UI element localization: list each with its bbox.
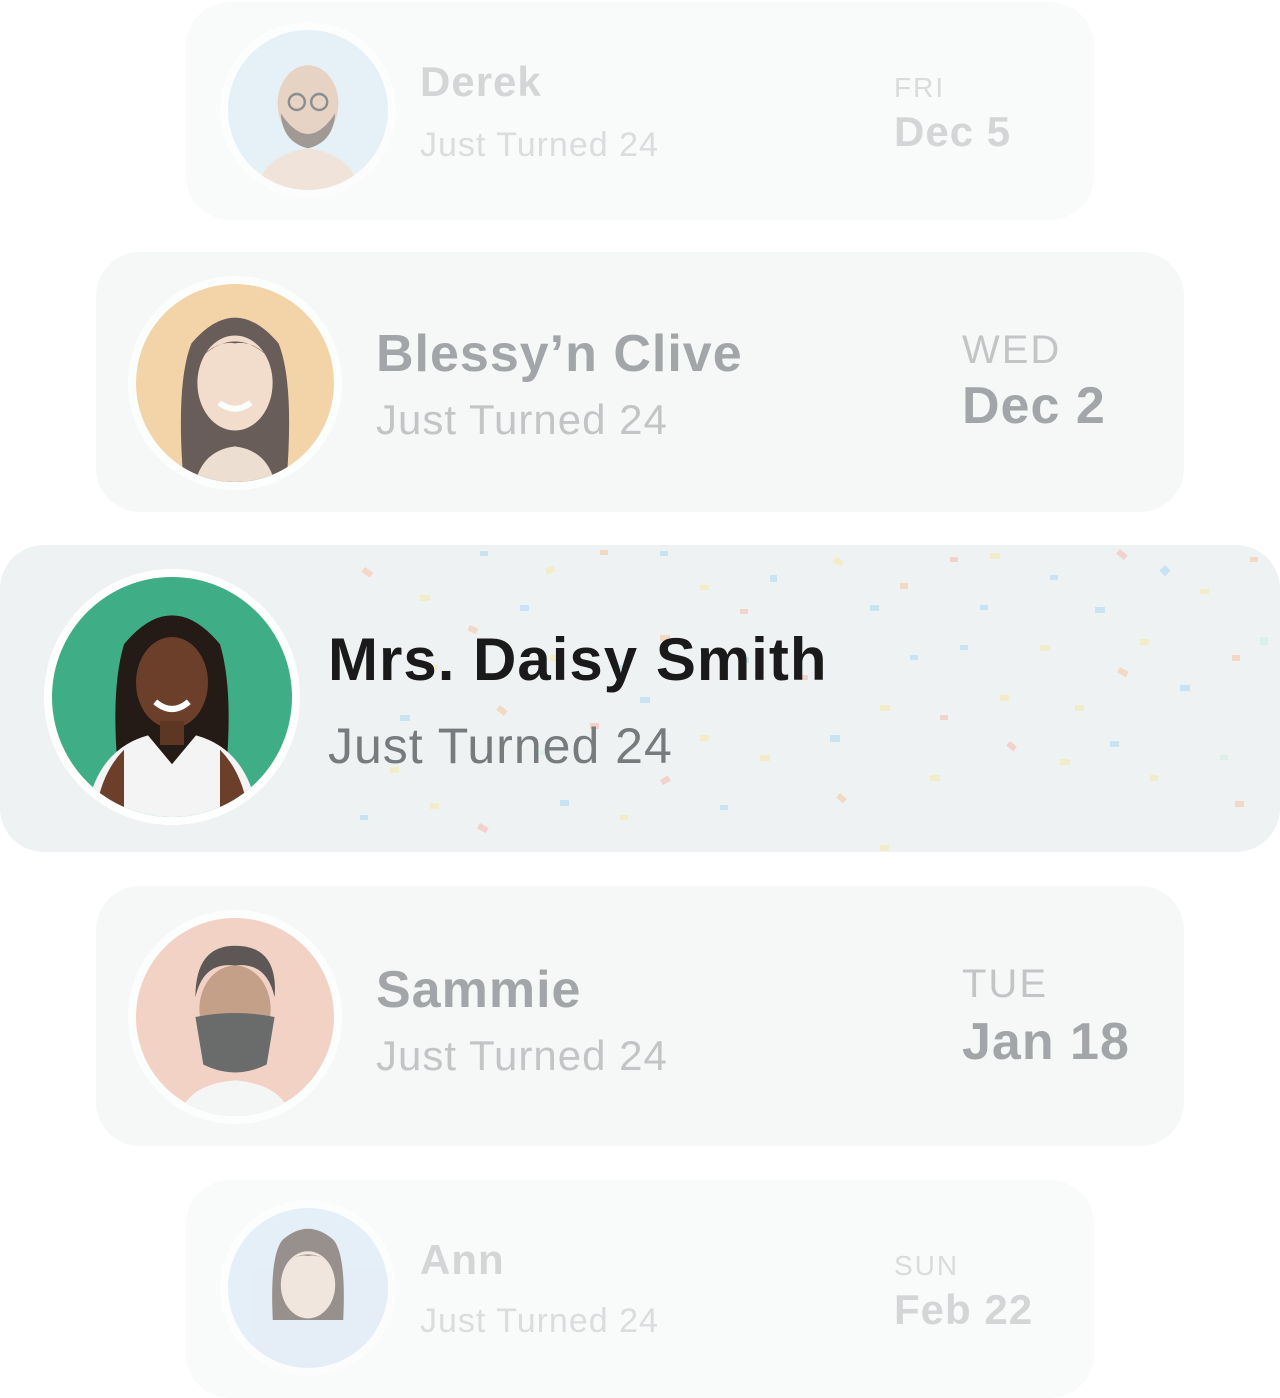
birthday-subtitle: Just Turned 24 bbox=[420, 1302, 659, 1340]
birthday-card-derek[interactable]: Derek Just Turned 24 FRI Dec 5 bbox=[186, 2, 1094, 220]
birthday-date: Feb 22 bbox=[894, 1286, 1034, 1333]
birthday-date: Dec 5 bbox=[894, 108, 1012, 155]
birthday-card-blessy[interactable]: Blessy’n Clive Just Turned 24 WED Dec 2 bbox=[96, 252, 1184, 512]
person-photo-icon bbox=[228, 1208, 388, 1368]
day-of-week: SUN bbox=[894, 1250, 960, 1281]
person-photo-icon bbox=[136, 284, 334, 482]
person-name: Sammie bbox=[376, 961, 582, 1019]
person-name: Ann bbox=[420, 1236, 505, 1283]
birthday-date: Jan 18 bbox=[962, 1013, 1130, 1071]
person-photo-icon bbox=[52, 577, 292, 817]
birthday-subtitle: Just Turned 24 bbox=[420, 126, 659, 164]
person-name: Blessy’n Clive bbox=[376, 325, 743, 383]
avatar bbox=[220, 1200, 396, 1376]
person-name: Derek bbox=[420, 58, 542, 105]
birthday-card-ann[interactable]: Ann Just Turned 24 SUN Feb 22 bbox=[186, 1180, 1094, 1398]
avatar bbox=[220, 22, 396, 198]
person-photo-icon bbox=[228, 30, 388, 190]
birthday-subtitle: Just Turned 24 bbox=[376, 396, 668, 443]
person-photo-icon bbox=[136, 918, 334, 1116]
birthday-card-daisy-active[interactable]: Mrs. Daisy Smith Just Turned 24 bbox=[0, 545, 1280, 852]
birthday-date: Dec 2 bbox=[962, 377, 1106, 435]
avatar bbox=[44, 569, 300, 825]
day-of-week: TUE bbox=[962, 962, 1048, 1006]
birthday-subtitle: Just Turned 24 bbox=[328, 718, 673, 774]
avatar bbox=[128, 910, 342, 1124]
day-of-week: WED bbox=[962, 328, 1062, 372]
birthday-card-sammie[interactable]: Sammie Just Turned 24 TUE Jan 18 bbox=[96, 886, 1184, 1146]
person-name: Mrs. Daisy Smith bbox=[328, 626, 828, 693]
birthday-subtitle: Just Turned 24 bbox=[376, 1032, 668, 1079]
avatar bbox=[128, 276, 342, 490]
day-of-week: FRI bbox=[894, 72, 946, 103]
